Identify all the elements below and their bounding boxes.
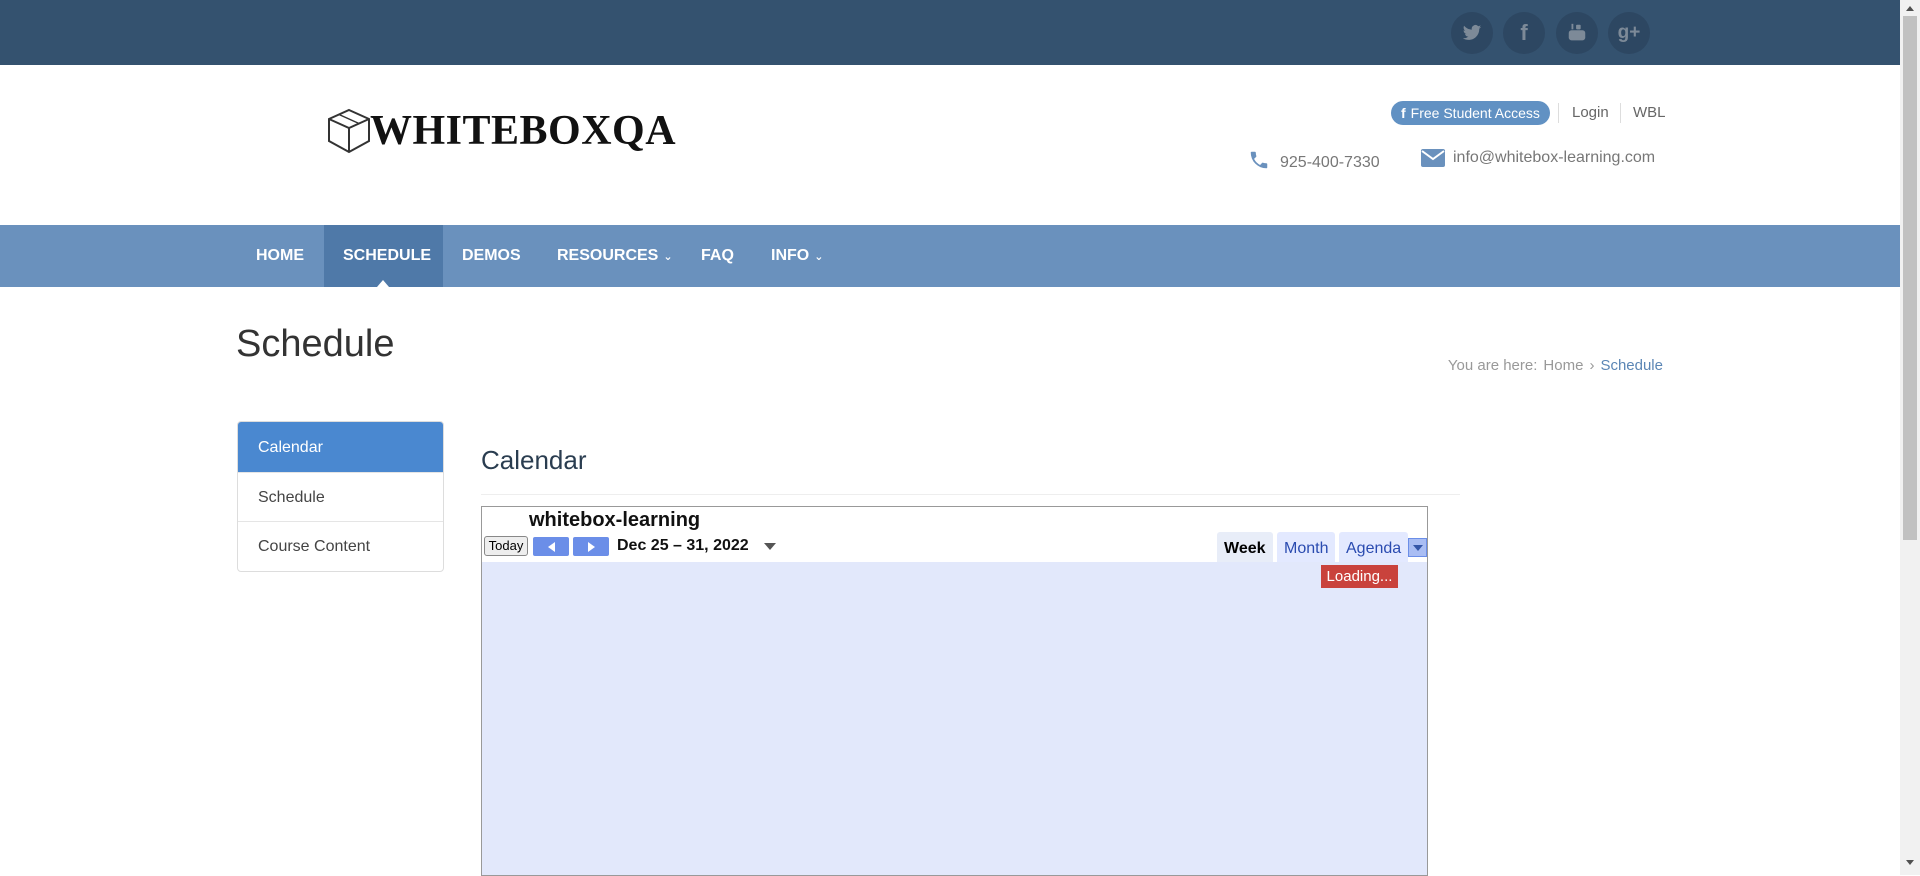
envelope-icon bbox=[1421, 149, 1445, 172]
logo-cube-icon[interactable] bbox=[327, 108, 371, 159]
nav-schedule-label: SCHEDULE bbox=[343, 247, 432, 264]
login-link[interactable]: Login bbox=[1572, 103, 1609, 123]
page-title: Schedule bbox=[236, 323, 395, 365]
phone-icon bbox=[1248, 149, 1270, 176]
nav-resources-label: RESOURCES bbox=[557, 247, 659, 264]
calendar-name: whitebox-learning bbox=[529, 509, 701, 531]
sidebar-item-calendar[interactable]: Calendar bbox=[238, 422, 443, 473]
sidebar: Calendar Schedule Course Content bbox=[237, 421, 444, 572]
nav-demos[interactable]: DEMOS bbox=[443, 225, 540, 287]
sidebar-item-course-content[interactable]: Course Content bbox=[238, 522, 443, 571]
caret-down-icon bbox=[1412, 544, 1423, 551]
section-title: Calendar bbox=[481, 445, 587, 475]
date-range-label: Dec 25 – 31, 2022 bbox=[617, 537, 749, 554]
header-divider bbox=[1558, 103, 1559, 123]
nav-schedule[interactable]: SCHEDULE bbox=[324, 225, 443, 287]
breadcrumb: You are here: Home › Schedule bbox=[1448, 357, 1663, 374]
google-plus-icon[interactable]: g+ bbox=[1608, 12, 1650, 54]
nav-resources[interactable]: RESOURCES ⌄ bbox=[538, 225, 692, 287]
header-divider bbox=[1620, 103, 1621, 123]
loading-indicator: Loading... bbox=[1321, 565, 1398, 588]
free-student-access-button[interactable]: f Free Student Access bbox=[1391, 101, 1550, 125]
breadcrumb-prefix: You are here: bbox=[1447, 357, 1538, 374]
nav-faq[interactable]: FAQ bbox=[682, 225, 753, 287]
arrow-right-icon bbox=[587, 541, 595, 552]
breadcrumb-home[interactable]: Home bbox=[1543, 357, 1583, 374]
phone-number[interactable]: 925-400-7330 bbox=[1280, 152, 1380, 174]
date-picker-caret-icon[interactable] bbox=[764, 543, 776, 550]
tab-month[interactable]: Month bbox=[1277, 532, 1336, 562]
breadcrumb-separator-icon: › bbox=[1589, 357, 1595, 374]
scrollbar-thumb[interactable] bbox=[1903, 16, 1917, 540]
nav-demos-label: DEMOS bbox=[462, 247, 521, 264]
nav-info-label: INFO bbox=[771, 247, 810, 264]
youtube-icon[interactable] bbox=[1556, 12, 1598, 54]
twitter-icon[interactable] bbox=[1451, 12, 1493, 54]
email-address[interactable]: info@whitebox-learning.com bbox=[1453, 147, 1655, 169]
next-week-button[interactable] bbox=[573, 537, 609, 556]
free-student-access-label: Free Student Access bbox=[1410, 105, 1540, 121]
facebook-small-icon: f bbox=[1401, 105, 1406, 121]
prev-week-button[interactable] bbox=[533, 537, 569, 556]
facebook-glyph: f bbox=[1520, 20, 1528, 45]
nav-info[interactable]: INFO ⌄ bbox=[752, 225, 842, 287]
chevron-down-icon: ⌄ bbox=[814, 250, 824, 263]
breadcrumb-current: Schedule bbox=[1600, 357, 1663, 374]
scroll-down-icon[interactable] bbox=[1906, 860, 1914, 865]
nav-home-label: HOME bbox=[256, 247, 304, 264]
tab-week[interactable]: Week bbox=[1217, 532, 1273, 562]
view-dropdown-button[interactable] bbox=[1408, 538, 1427, 557]
today-button[interactable]: Today bbox=[484, 536, 528, 556]
logo-text[interactable]: WHITEBOXQA bbox=[370, 107, 676, 155]
google-plus-glyph: g+ bbox=[1617, 22, 1641, 43]
section-divider bbox=[481, 494, 1460, 495]
scroll-up-icon[interactable] bbox=[1906, 6, 1914, 11]
facebook-icon[interactable]: f bbox=[1503, 12, 1545, 54]
wbl-link[interactable]: WBL bbox=[1633, 103, 1666, 123]
nav-active-pointer bbox=[377, 280, 389, 287]
nav-faq-label: FAQ bbox=[701, 247, 734, 264]
arrow-left-icon bbox=[547, 541, 555, 552]
calendar-grid[interactable] bbox=[482, 562, 1427, 875]
nav-home[interactable]: HOME bbox=[237, 225, 323, 287]
tab-agenda[interactable]: Agenda bbox=[1339, 532, 1409, 562]
sidebar-item-schedule[interactable]: Schedule bbox=[238, 473, 443, 522]
chevron-down-icon: ⌄ bbox=[663, 250, 673, 263]
